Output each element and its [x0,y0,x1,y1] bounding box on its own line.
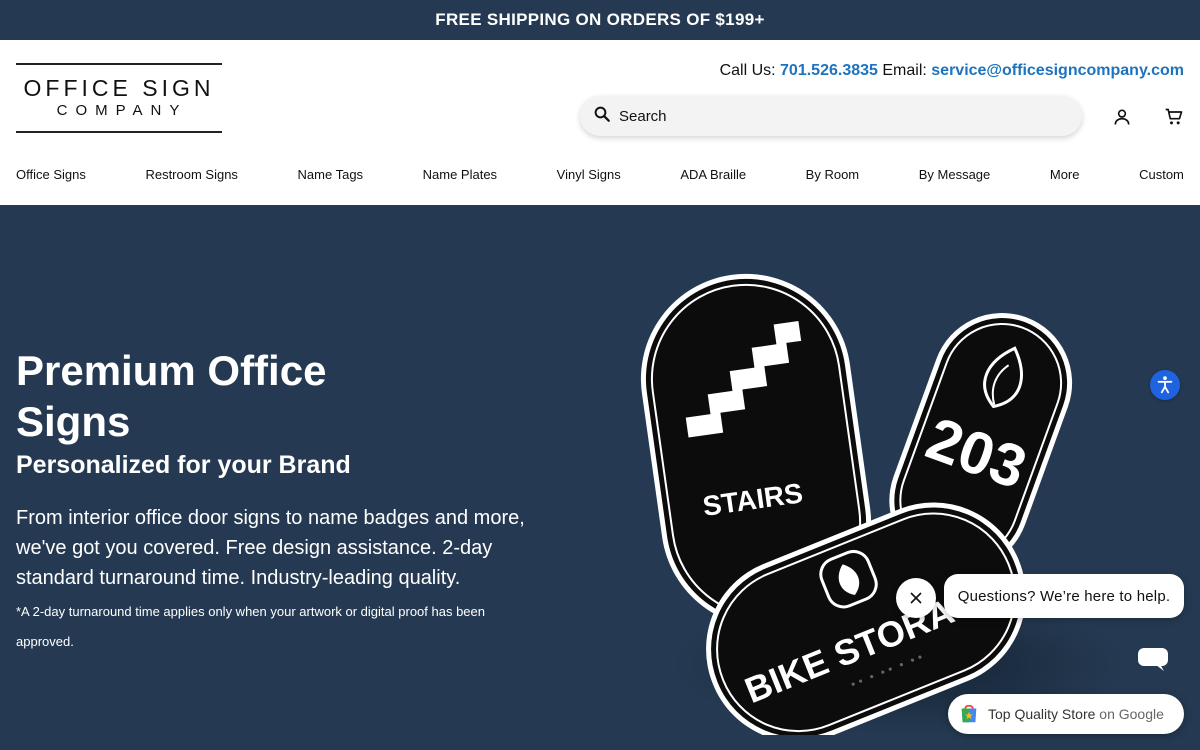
accessibility-icon [1157,376,1173,394]
google-badge-suffix: on Google [1099,706,1164,722]
chat-prompt-text: Questions? We’re here to help. [957,587,1171,605]
site-header: OFFICE SIGN COMPANY Call Us: 701.526.383… [0,40,1200,205]
close-icon [910,592,922,604]
phone-link[interactable]: 701.526.3835 [780,62,878,79]
search-bar[interactable] [580,96,1082,136]
nav-item-ada-braille[interactable]: ADA Braille [680,167,746,182]
chat-prompt-bubble[interactable]: Questions? We’re here to help. [944,574,1184,618]
hero-section: Premium Office Signs Personalized for yo… [0,205,1200,750]
google-trusted-store-badge[interactable]: Top Quality Store on Google [948,694,1184,734]
hero-turnaround-note: *A 2-day turnaround time applies only wh… [16,604,485,649]
chat-close-button[interactable] [896,578,936,618]
site-logo[interactable]: OFFICE SIGN COMPANY [16,63,222,133]
main-navigation: Office Signs Restroom Signs Name Tags Na… [16,167,1184,182]
shipping-announcement-text: FREE SHIPPING ON ORDERS OF $199+ [435,10,765,29]
email-label: Email: [882,62,927,79]
nav-item-by-room[interactable]: By Room [806,167,859,182]
nav-item-vinyl-signs[interactable]: Vinyl Signs [557,167,621,182]
logo-line-1: OFFICE SIGN [23,75,215,101]
account-icon[interactable] [1111,106,1133,128]
cart-icon[interactable] [1163,106,1185,128]
hero-signs-image: STAIRS 203 BIKE STORAGE [640,273,1120,735]
chat-icon [1138,648,1168,671]
accessibility-button[interactable] [1150,370,1180,400]
nav-item-more[interactable]: More [1050,167,1080,182]
nav-item-restroom-signs[interactable]: Restroom Signs [145,167,237,182]
nav-item-name-tags[interactable]: Name Tags [298,167,364,182]
contact-info: Call Us: 701.526.3835 Email: service@off… [720,62,1184,80]
chat-launcher-button[interactable] [1124,630,1182,688]
hero-description: From interior office door signs to name … [16,507,525,589]
shipping-announcement-bar: FREE SHIPPING ON ORDERS OF $199+ [0,0,1200,40]
nav-item-by-message[interactable]: By Message [919,167,991,182]
email-link[interactable]: service@officesigncompany.com [931,62,1184,79]
logo-line-2: COMPANY [56,102,188,119]
search-input[interactable] [619,107,1049,125]
call-us-label: Call Us: [719,62,776,79]
google-badge-text: Top Quality Store [988,706,1096,722]
nav-item-office-signs[interactable]: Office Signs [16,167,86,182]
google-shopping-icon [961,704,977,723]
search-icon[interactable] [593,105,611,128]
hero-subtitle: Personalized for your Brand [16,451,351,479]
nav-item-custom[interactable]: Custom [1139,167,1184,182]
hero-title: Premium Office Signs [16,347,327,445]
nav-item-name-plates[interactable]: Name Plates [423,167,497,182]
